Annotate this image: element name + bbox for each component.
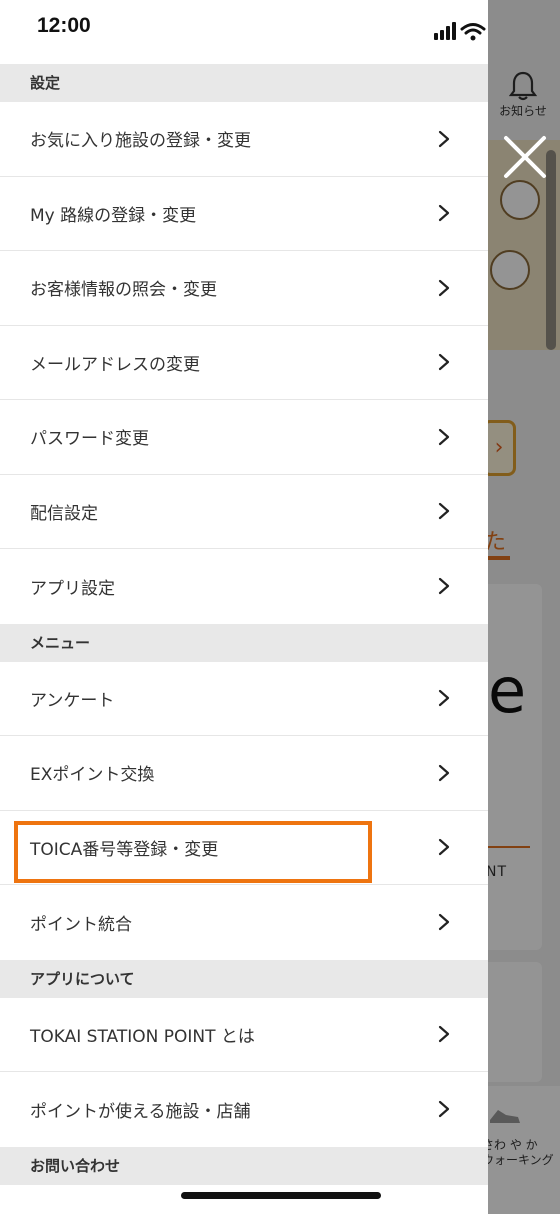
menu-item-label: TOKAI STATION POINT とは xyxy=(30,1026,255,1047)
menu-item[interactable]: EXポイント交換 xyxy=(0,736,488,811)
menu-item[interactable]: お気に入り施設の登録・変更 xyxy=(0,102,488,177)
signal-icon xyxy=(434,22,456,40)
menu-item-label: ポイントが使える施設・店舗 xyxy=(30,1101,251,1122)
section-items: アンケート EXポイント交換 TOICA番号等登録・変更 ポイント統合 xyxy=(0,662,488,960)
chevron-right-icon xyxy=(438,578,450,595)
chevron-right-icon xyxy=(438,1101,450,1118)
menu-item-label: お気に入り施設の登録・変更 xyxy=(30,131,251,152)
menu-item-label: EXポイント交換 xyxy=(30,765,155,786)
menu-item-label: ポイント統合 xyxy=(30,914,132,935)
menu-item[interactable]: ポイントが使える施設・店舗 xyxy=(0,1072,488,1147)
menu-item[interactable]: 配信設定 xyxy=(0,475,488,549)
menu-item-label: My 路線の登録・変更 xyxy=(30,205,197,226)
menu-item-label: メールアドレスの変更 xyxy=(30,354,200,375)
section-header: お問い合わせ xyxy=(0,1146,488,1185)
status-bar: 12:00 xyxy=(0,0,488,62)
wifi-icon xyxy=(460,23,486,41)
section-header: アプリについて xyxy=(0,959,488,998)
menu-item[interactable]: パスワード変更 xyxy=(0,400,488,475)
menu-item-label: 配信設定 xyxy=(30,503,98,524)
section-items: お気に入り施設の登録・変更 My 路線の登録・変更 お客様情報の照会・変更 メールアド… xyxy=(0,102,488,624)
chevron-right-icon xyxy=(438,279,450,296)
menu-item[interactable]: My 路線の登録・変更 xyxy=(0,177,488,251)
menu-item[interactable]: アプリ設定 xyxy=(0,549,488,624)
chevron-right-icon xyxy=(438,1026,450,1043)
chevron-right-icon xyxy=(438,354,450,371)
menu-item-label: お客様情報の照会・変更 xyxy=(30,280,217,301)
status-time: 12:00 xyxy=(37,14,91,37)
close-icon xyxy=(504,136,546,178)
chevron-right-icon xyxy=(438,130,450,147)
chevron-right-icon xyxy=(438,764,450,781)
close-menu-button[interactable] xyxy=(500,132,550,182)
menu-item[interactable]: ポイント統合 xyxy=(0,885,488,960)
chevron-right-icon xyxy=(438,914,450,931)
chevron-right-icon xyxy=(438,205,450,222)
status-icons xyxy=(434,20,488,46)
home-indicator[interactable] xyxy=(181,1192,381,1199)
menu-item-label: パスワード変更 xyxy=(30,429,149,450)
menu-item[interactable]: TOKAI STATION POINT とは xyxy=(0,998,488,1072)
settings-menu: 設定お気に入り施設の登録・変更 My 路線の登録・変更 お客様情報の照会・変更 メール… xyxy=(0,64,488,1185)
menu-item[interactable]: お客様情報の照会・変更 xyxy=(0,251,488,326)
section-header: メニュー xyxy=(0,623,488,662)
chevron-right-icon xyxy=(438,690,450,707)
menu-item-label: アンケート xyxy=(30,690,115,711)
menu-item[interactable]: アンケート xyxy=(0,662,488,736)
highlight-annotation xyxy=(14,821,372,883)
section-items: TOKAI STATION POINT とは ポイントが使える施設・店舗 xyxy=(0,998,488,1147)
menu-item-label: アプリ設定 xyxy=(30,578,115,599)
section-header: 設定 xyxy=(0,64,488,102)
chevron-right-icon xyxy=(438,428,450,445)
side-menu-drawer: 12:00 設定 お気に入り施設の登録・変更 My 路線の登録・変更 お客様情報… xyxy=(0,0,488,1214)
chevron-right-icon xyxy=(438,839,450,856)
menu-item[interactable]: メールアドレスの変更 xyxy=(0,326,488,400)
chevron-right-icon xyxy=(438,503,450,520)
